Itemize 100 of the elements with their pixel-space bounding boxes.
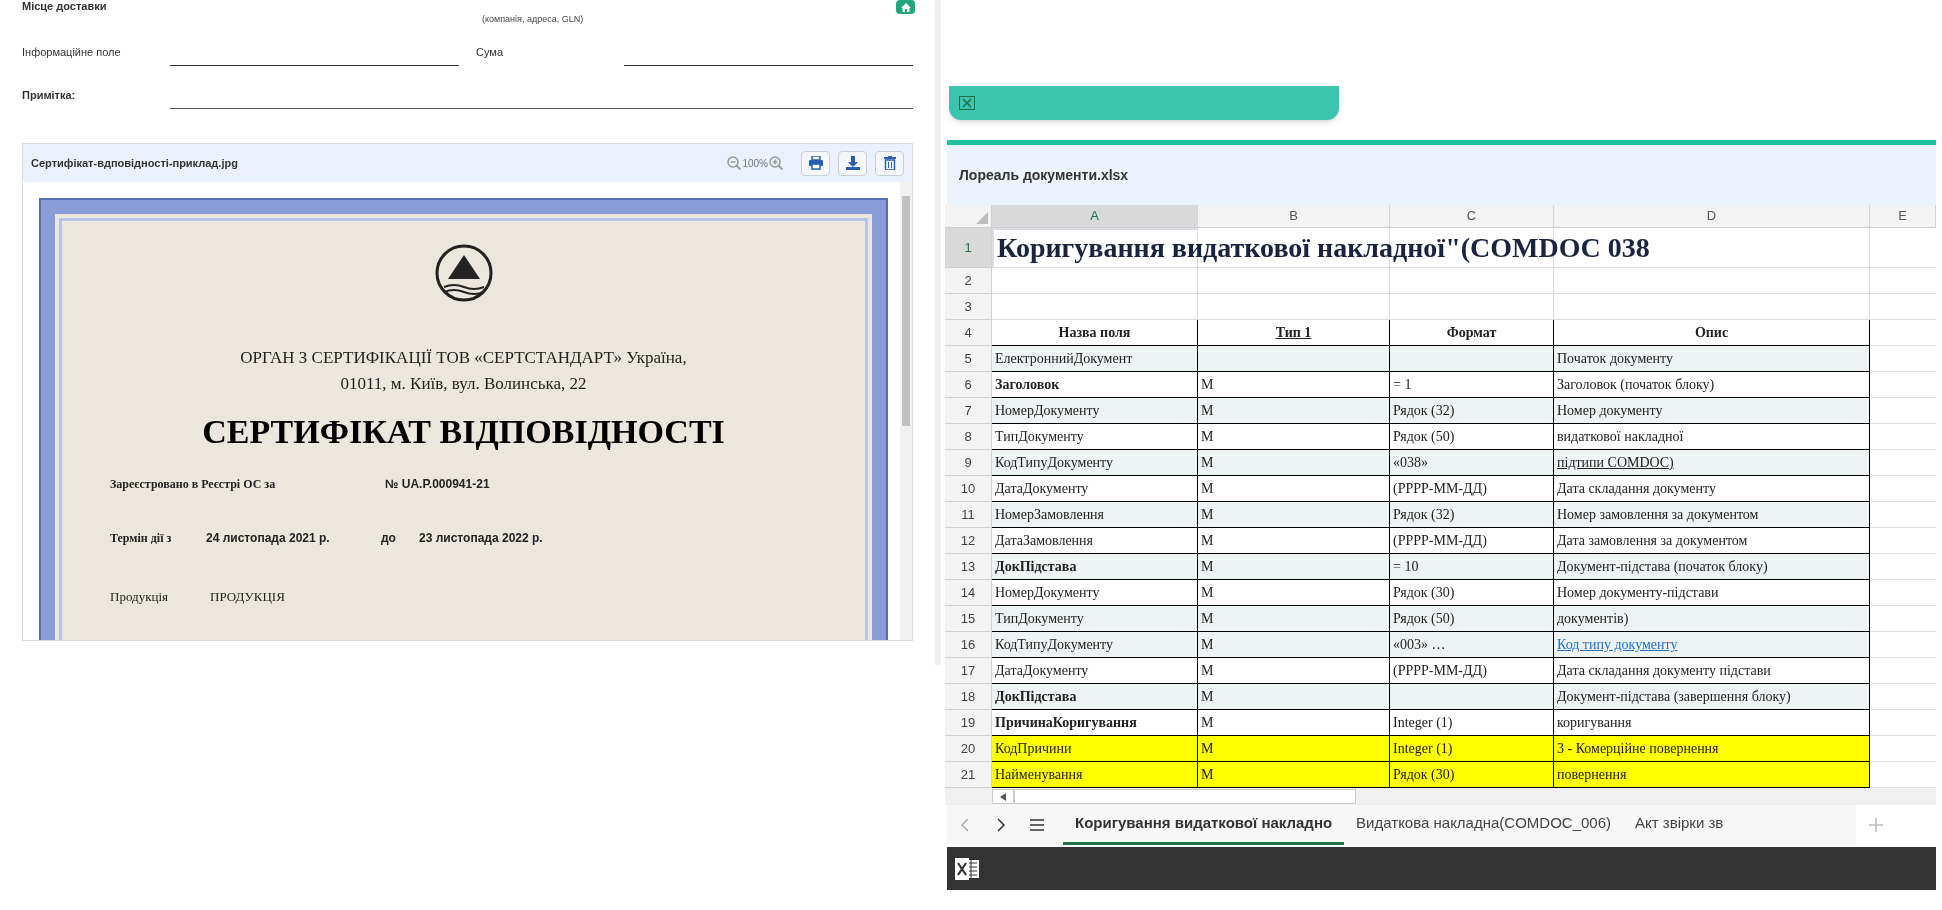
table-cell: Integer (1) <box>1390 736 1554 762</box>
row-header[interactable]: 4 <box>945 320 992 346</box>
table-cell: M <box>1198 424 1390 450</box>
table-cell: коригування <box>1554 710 1870 736</box>
row-header[interactable]: 11 <box>945 502 992 528</box>
zoom-in-icon <box>769 156 783 170</box>
row-header[interactable]: 14 <box>945 580 992 606</box>
menu-icon <box>1030 818 1044 832</box>
field-label: Інформаційне поле <box>22 44 122 60</box>
table-cell: Integer (1) <box>1390 710 1554 736</box>
chevron-right-icon <box>996 818 1006 832</box>
header-cell: Формат <box>1390 320 1554 346</box>
table-cell: ДокПідстава <box>992 684 1198 710</box>
table-cell: M <box>1198 502 1390 528</box>
table-cell: M <box>1198 450 1390 476</box>
table-cell: КодТипуДокументу <box>992 632 1198 658</box>
zoom-level: 100% <box>742 156 768 171</box>
row-header[interactable]: 21 <box>945 762 992 788</box>
table-cell: M <box>1198 632 1390 658</box>
table-cell: ДатаЗамовлення <box>992 528 1198 554</box>
table-cell: 3 - Комерційне повернення <box>1554 736 1870 762</box>
excel-icon <box>955 857 981 880</box>
column-header[interactable]: C <box>1390 205 1554 227</box>
row-header[interactable]: 3 <box>945 294 992 320</box>
row-header[interactable]: 8 <box>945 424 992 450</box>
column-header[interactable]: D <box>1554 205 1870 227</box>
row-header[interactable]: 2 <box>945 268 992 294</box>
table-cell: M <box>1198 684 1390 710</box>
table-cell: M <box>1198 710 1390 736</box>
row-header[interactable]: 6 <box>945 372 992 398</box>
column-header[interactable]: B <box>1198 205 1390 227</box>
hyperlink[interactable]: Код типу документу <box>1557 634 1678 655</box>
zoom-out-button[interactable] <box>727 156 742 170</box>
table-cell: Рядок (32) <box>1390 398 1554 424</box>
scrollbar-thumb[interactable] <box>902 196 910 426</box>
delete-button[interactable] <box>875 150 904 176</box>
table-cell: КодТипуДокументу <box>992 450 1198 476</box>
header-cell: Назва поля <box>992 320 1198 346</box>
table-cell: Номер документу <box>1554 398 1870 424</box>
row-header[interactable]: 9 <box>945 450 992 476</box>
table-cell: «003» … <box>1390 632 1554 658</box>
row-header[interactable]: 7 <box>945 398 992 424</box>
to-label: до <box>381 530 397 547</box>
row-header[interactable]: 16 <box>945 632 992 658</box>
issuer-address: 01011, м. Київ, вул. Волинська, 22 <box>340 372 587 395</box>
scrollbar-thumb[interactable] <box>1014 789 1356 804</box>
table-cell: M <box>1198 736 1390 762</box>
table-cell: Рядок (30) <box>1390 580 1554 606</box>
row-header[interactable]: 13 <box>945 554 992 580</box>
scrollbar[interactable] <box>900 182 912 640</box>
registration-number: № UA.P.000941-21 <box>385 476 490 493</box>
column-header[interactable]: A <box>992 205 1198 227</box>
home-icon <box>900 2 911 12</box>
row-header[interactable]: 1 <box>945 228 992 268</box>
sheet-tab[interactable]: Видаткова накладна(COMDOC_006) <box>1344 805 1624 845</box>
left-arrow-icon <box>1000 792 1006 801</box>
table-cell: Дата складання документу підстави <box>1554 658 1870 684</box>
table-cell: видаткової накладної <box>1554 424 1870 450</box>
print-button[interactable] <box>801 150 830 176</box>
delivery-hint: (компанія, адреса, GLN) <box>482 13 584 26</box>
header-cell: Опис <box>1554 320 1870 346</box>
download-button[interactable] <box>838 150 867 176</box>
table-cell: M <box>1198 554 1390 580</box>
table-cell: документів) <box>1554 606 1870 632</box>
header-cell: Тип 1 <box>1198 320 1390 346</box>
chevron-left-icon <box>960 818 970 832</box>
row-header[interactable]: 5 <box>945 346 992 372</box>
row-header[interactable]: 18 <box>945 684 992 710</box>
table-cell: повернення <box>1554 762 1870 788</box>
horizontal-scrollbar[interactable] <box>945 788 1936 805</box>
row-header[interactable]: 15 <box>945 606 992 632</box>
valid-from-date: 24 листопада 2021 р. <box>206 530 331 547</box>
row-header[interactable]: 20 <box>945 736 992 762</box>
row-header[interactable]: 12 <box>945 528 992 554</box>
column-header[interactable]: E <box>1870 205 1936 227</box>
table-cell: ДатаДокументу <box>992 476 1198 502</box>
table-cell: Рядок (50) <box>1390 424 1554 450</box>
table-cell: M <box>1198 528 1390 554</box>
row-header[interactable]: 19 <box>945 710 992 736</box>
row-header[interactable]: 17 <box>945 658 992 684</box>
table-cell: = 1 <box>1390 372 1554 398</box>
table-cell: Найменування <box>992 762 1198 788</box>
table-cell: ДокПідстава <box>992 554 1198 580</box>
table-cell: Рядок (32) <box>1390 502 1554 528</box>
table-cell: Рядок (50) <box>1390 606 1554 632</box>
table-cell: НомерЗамовлення <box>992 502 1198 528</box>
table-cell: ПричинаКоригування <box>992 710 1198 736</box>
issuer-text: ОРГАН З СЕРТИФІКАЦІЇ ТОВ «СЕРТСТАНДАРТ» Україна, <box>240 347 687 369</box>
table-cell: Документ-підстава (початок блоку) <box>1554 554 1870 580</box>
add-sheet-button[interactable] <box>1856 805 1896 845</box>
table-cell: Документ-підстава (завершення блоку) <box>1554 684 1870 710</box>
sheet-tab[interactable]: Акт звірки зв <box>1623 805 1736 845</box>
table-cell: ЕлектроннийДокумент <box>992 346 1198 372</box>
plus-icon <box>1869 818 1883 832</box>
table-cell: ТипДокументу <box>992 424 1198 450</box>
zoom-in-button[interactable] <box>769 156 783 170</box>
home-button[interactable] <box>896 0 915 14</box>
table-cell: Дата складання документу <box>1554 476 1870 502</box>
row-header[interactable]: 10 <box>945 476 992 502</box>
table-cell: M <box>1198 398 1390 424</box>
